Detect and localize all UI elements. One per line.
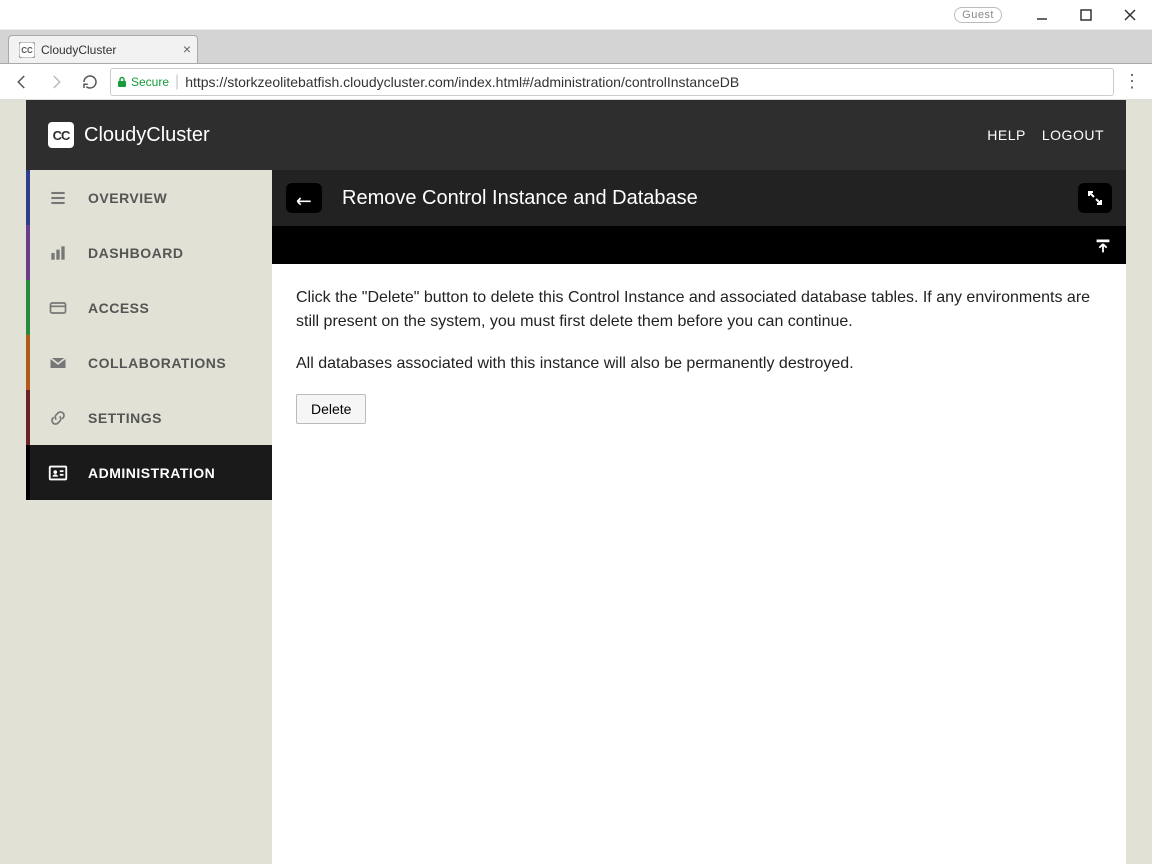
window-maximize-button[interactable] (1064, 0, 1108, 30)
nav-back-button[interactable] (8, 68, 36, 96)
upload-icon[interactable] (1092, 234, 1114, 256)
brand-logo-icon: CC (48, 122, 74, 148)
main-panel: Remove Control Instance and Database Cli… (272, 170, 1126, 864)
new-tab-button[interactable] (208, 39, 228, 59)
card-icon (46, 296, 70, 320)
menu-icon (46, 186, 70, 210)
window-minimize-button[interactable] (1020, 0, 1064, 30)
browser-tab-title: CloudyCluster (41, 43, 116, 57)
sidebar-item-dashboard[interactable]: DASHBOARD (26, 225, 272, 280)
address-separator: | (175, 73, 179, 91)
sidebar-item-access[interactable]: ACCESS (26, 280, 272, 335)
brand[interactable]: CC CloudyCluster (48, 122, 210, 148)
content-paragraph-1: Click the "Delete" button to delete this… (296, 286, 1102, 334)
page-back-button[interactable] (286, 183, 322, 213)
back-arrow-icon (294, 190, 314, 206)
logout-link[interactable]: LOGOUT (1042, 127, 1104, 143)
secure-indicator: Secure (117, 75, 169, 89)
address-url: https://storkzeolitebatfish.cloudycluste… (185, 74, 739, 90)
dashboard-icon (46, 241, 70, 265)
expand-button[interactable] (1078, 183, 1112, 213)
address-bar[interactable]: Secure | https://storkzeolitebatfish.clo… (110, 68, 1114, 96)
id-card-icon (46, 461, 70, 485)
content-paragraph-2: All databases associated with this insta… (296, 352, 1102, 376)
sidebar-item-overview[interactable]: OVERVIEW (26, 170, 272, 225)
window-close-button[interactable] (1108, 0, 1152, 30)
lock-icon (117, 76, 127, 88)
app-header: CC CloudyCluster HELP LOGOUT (26, 100, 1126, 170)
tab-close-icon[interactable]: × (183, 42, 191, 56)
page-viewport: CC CloudyCluster HELP LOGOUT OVERVIEW (0, 100, 1152, 864)
header-right: HELP LOGOUT (987, 127, 1104, 143)
browser-tab[interactable]: CC CloudyCluster × (8, 35, 198, 63)
nav-reload-button[interactable] (76, 68, 104, 96)
page-subbar (272, 226, 1126, 264)
sidebar-item-label: ADMINISTRATION (88, 465, 215, 481)
app-container: CC CloudyCluster HELP LOGOUT OVERVIEW (26, 100, 1126, 864)
sidebar-item-label: DASHBOARD (88, 245, 184, 261)
sidebar-item-label: SETTINGS (88, 410, 162, 426)
page-content: Click the "Delete" button to delete this… (272, 264, 1126, 864)
secure-label: Secure (131, 75, 169, 89)
sidebar: OVERVIEW DASHBOARD ACCESS (26, 170, 272, 864)
sidebar-item-collaborations[interactable]: COLLABORATIONS (26, 335, 272, 390)
expand-icon (1087, 190, 1103, 206)
brand-name: CloudyCluster (84, 124, 210, 147)
browser-tabstrip: CC CloudyCluster × (0, 30, 1152, 64)
svg-text:CC: CC (21, 46, 33, 55)
sidebar-item-label: ACCESS (88, 300, 149, 316)
sidebar-item-label: OVERVIEW (88, 190, 167, 206)
nav-forward-button[interactable] (42, 68, 70, 96)
os-titlebar: Guest (0, 0, 1152, 30)
sidebar-item-administration[interactable]: ADMINISTRATION (26, 445, 272, 500)
favicon-icon: CC (19, 42, 35, 58)
delete-button[interactable]: Delete (296, 394, 366, 424)
page-title: Remove Control Instance and Database (342, 187, 698, 210)
mail-icon (46, 351, 70, 375)
app-body: OVERVIEW DASHBOARD ACCESS (26, 170, 1126, 864)
guest-badge: Guest (954, 7, 1002, 23)
page-header: Remove Control Instance and Database (272, 170, 1126, 226)
browser-toolbar: Secure | https://storkzeolitebatfish.clo… (0, 64, 1152, 100)
browser-menu-button[interactable]: ⋮ (1120, 68, 1144, 96)
link-icon (46, 406, 70, 430)
sidebar-item-settings[interactable]: SETTINGS (26, 390, 272, 445)
help-link[interactable]: HELP (987, 127, 1026, 143)
sidebar-item-label: COLLABORATIONS (88, 355, 226, 371)
